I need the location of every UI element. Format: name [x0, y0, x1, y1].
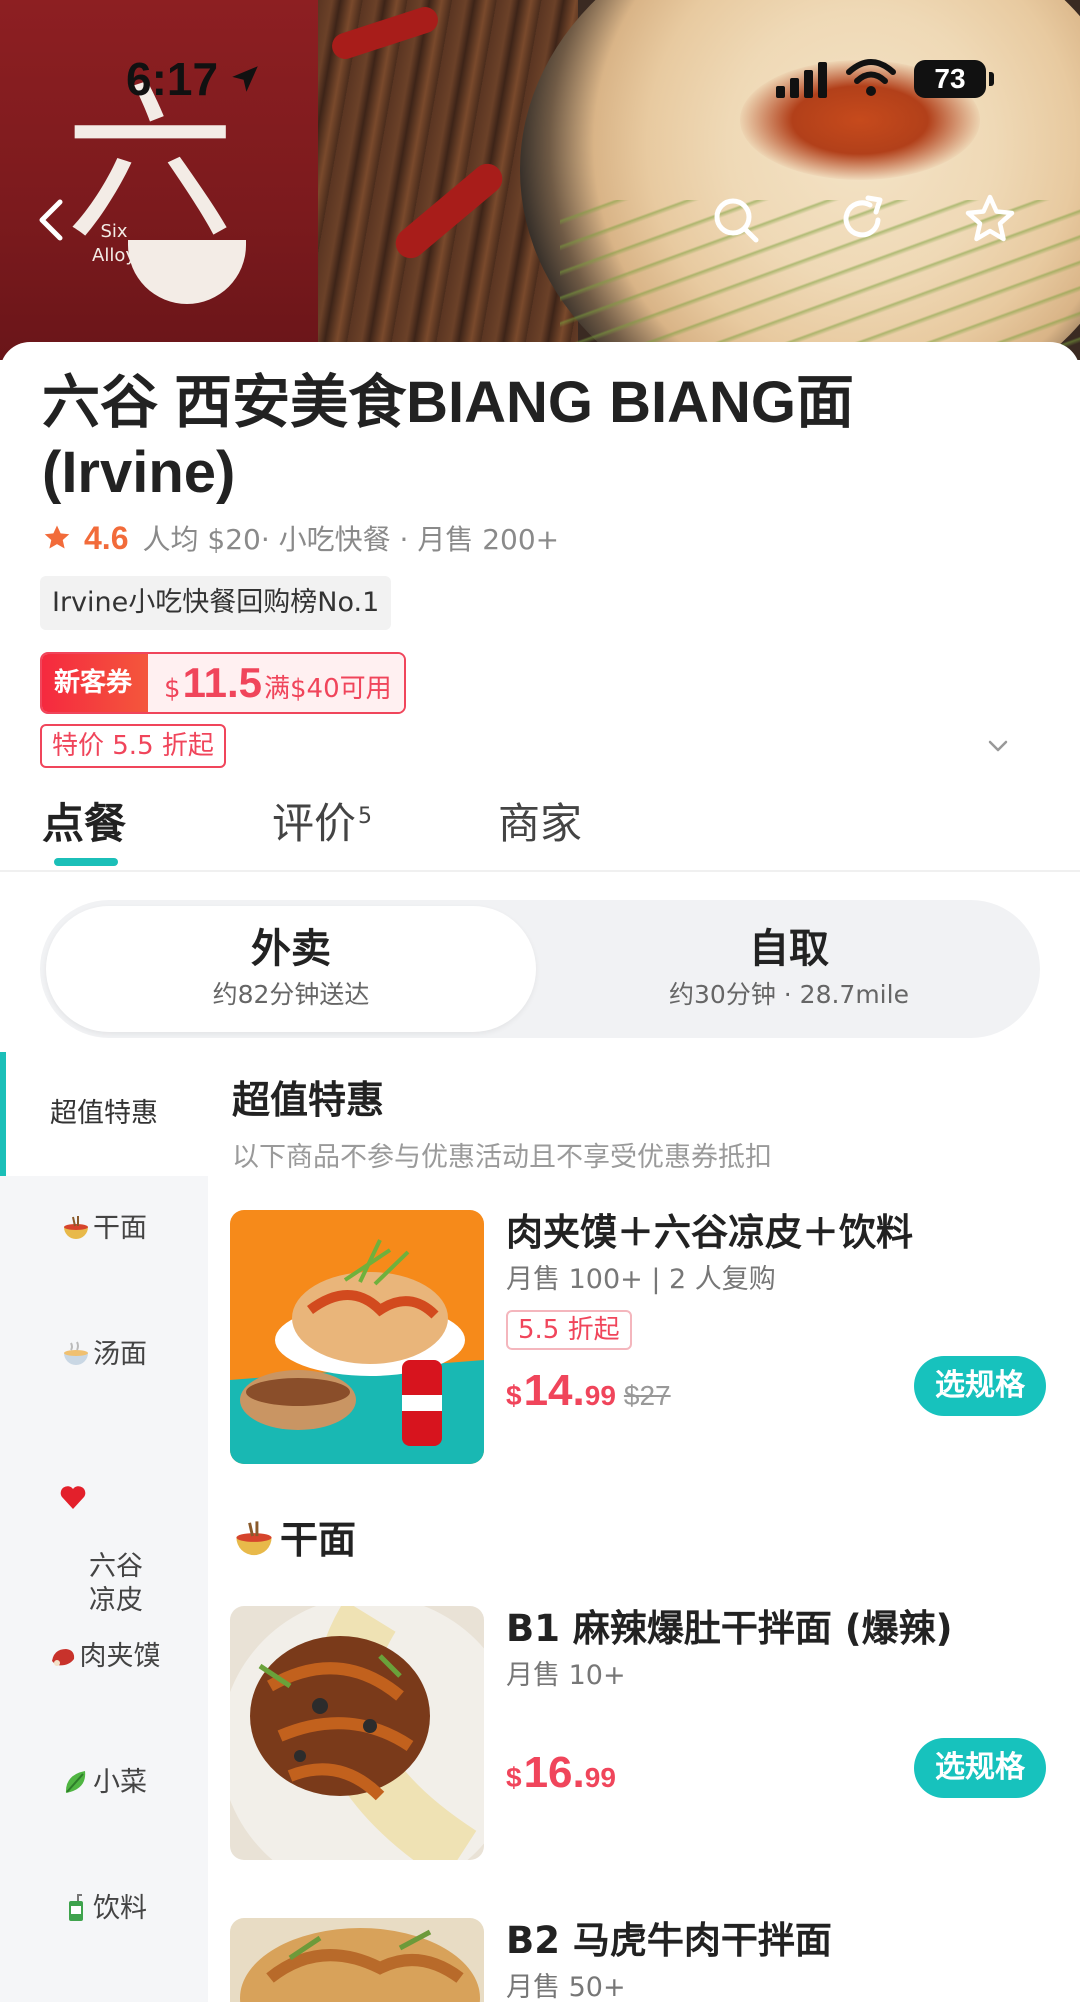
coupon-body: $ 11.5 满$40可用: [148, 654, 404, 712]
category-item-side-dishes[interactable]: 小菜: [0, 1766, 208, 1800]
mode-pickup-title: 自取: [749, 926, 829, 972]
price-integer: 16.: [523, 1748, 585, 1797]
noodle-bowl-icon: [64, 1216, 88, 1239]
item-price: $ 14. 99 $27: [506, 1366, 671, 1416]
item-image-b2[interactable]: [230, 1918, 484, 2002]
store-meta: 人均 $20· 小吃快餐 · 月售 200+: [142, 523, 560, 556]
category-item-drinks[interactable]: 饮料: [0, 1892, 208, 1926]
tab-merchant-label: 商家: [498, 799, 583, 848]
tab-reviews[interactable]: 评价5: [272, 790, 372, 851]
price-original: $27: [623, 1380, 671, 1411]
tab-reviews-label: 评价: [272, 799, 357, 848]
discount-tag[interactable]: 特价 5.5 折起: [40, 724, 226, 768]
order-mode-toggle: 外卖 约82分钟送达 自取 约30分钟 · 28.7mile: [40, 900, 1040, 1038]
item-discount-tag: 5.5 折起: [506, 1310, 632, 1350]
brand-logo-bowl: [128, 240, 246, 304]
price-currency: $: [506, 1762, 522, 1793]
rating-star-icon: [44, 525, 70, 549]
favorite-star-icon[interactable]: [960, 190, 1020, 250]
back-icon[interactable]: [22, 190, 82, 250]
item-image-combo[interactable]: [230, 1210, 484, 1464]
price-decimal: 99: [584, 1380, 616, 1411]
store-meta-row: 4.6 人均 $20· 小吃快餐 · 月售 200+: [42, 516, 559, 560]
category-label: 干面: [93, 1213, 147, 1244]
price-decimal: 99: [584, 1762, 616, 1793]
red-heart-icon: [60, 1486, 86, 1509]
item-price: $ 16. 99: [506, 1748, 616, 1798]
mode-pickup-subtitle: 约30分钟 · 28.7mile: [669, 980, 909, 1009]
category-label: 饮料: [93, 1893, 147, 1924]
tab-order[interactable]: 点餐: [42, 790, 126, 851]
share-icon[interactable]: [834, 190, 894, 250]
status-time: 6:17: [126, 53, 219, 105]
battery-level: 73: [914, 60, 986, 98]
juice-box-icon: [69, 1894, 83, 1921]
item-photo-b1: [230, 1606, 484, 1860]
item-photo-combo: [230, 1210, 484, 1464]
mode-delivery[interactable]: 外卖 约82分钟送达: [46, 906, 536, 1032]
chevron-down-icon[interactable]: [984, 732, 1012, 760]
mode-delivery-subtitle: 约82分钟送达: [212, 980, 370, 1009]
cellular-signal-icon: [776, 62, 827, 98]
item-name[interactable]: B1 麻辣爆肚干拌面 (爆辣): [506, 1606, 953, 1652]
store-hero-banner: 六 Six Alloy 6:17 73: [0, 0, 1080, 360]
tab-reviews-count: 5: [358, 804, 373, 829]
coupon-condition: 满$40可用: [264, 674, 392, 704]
category-label: 肉夹馍: [79, 1641, 161, 1672]
rank-badge[interactable]: Irvine小吃快餐回购榜No.1: [40, 576, 392, 630]
mode-delivery-title: 外卖: [251, 926, 331, 972]
category-item-deals[interactable]: 超值特惠: [0, 1052, 208, 1176]
store-tabs: 点餐 评价5 商家: [0, 780, 1080, 872]
category-label: 超值特惠: [50, 1098, 158, 1129]
item-sales: 月售 100+ | 2 人复购: [506, 1264, 776, 1295]
mode-pickup[interactable]: 自取 约30分钟 · 28.7mile: [544, 906, 1034, 1032]
section-note-deals: 以下商品不参与优惠活动且不享受优惠券抵扣: [232, 1142, 772, 1173]
category-sidebar: 超值特惠 干面 汤面 六谷 凉皮 肉夹馍 小菜 饮料: [0, 1052, 208, 2002]
item-sales: 月售 50+: [506, 1972, 626, 2002]
section-title-label: 干面: [280, 1518, 357, 1562]
coupon-amount: 11.5: [182, 659, 262, 706]
section-title-deals: 超值特惠: [232, 1078, 385, 1122]
category-label: 汤面: [93, 1339, 147, 1370]
item-name[interactable]: B2 马虎牛肉干拌面: [506, 1918, 832, 1964]
leafy-greens-icon: [65, 1771, 86, 1793]
category-active-bar: [0, 1052, 6, 1176]
category-item-soup-noodles[interactable]: 汤面: [0, 1338, 208, 1372]
tab-active-indicator: [54, 858, 118, 866]
tab-order-label: 点餐: [42, 799, 127, 848]
section-title-dry-noodles: 干面: [232, 1516, 356, 1564]
category-label: 小菜: [93, 1767, 147, 1798]
location-arrow-icon: [232, 66, 258, 92]
price-integer: 14.: [523, 1366, 585, 1415]
store-rating: 4.6: [84, 519, 129, 556]
tab-merchant[interactable]: 商家: [498, 790, 582, 851]
coupon-currency: $: [164, 674, 181, 704]
category-item-roujiamo[interactable]: 肉夹馍: [0, 1640, 208, 1674]
meat-icon: [51, 1649, 74, 1666]
store-title: 六谷 西安美食BIANG BIANG面 (Irvine): [42, 370, 855, 505]
status-bar: 6:17 73: [0, 0, 1080, 160]
select-options-button[interactable]: 选规格: [914, 1738, 1046, 1798]
wifi-icon: [846, 59, 896, 96]
select-options-button[interactable]: 选规格: [914, 1356, 1046, 1416]
category-item-liangpi[interactable]: 六谷 凉皮: [0, 1482, 208, 1618]
category-item-dry-noodles[interactable]: 干面: [0, 1212, 208, 1246]
item-image-b1[interactable]: [230, 1606, 484, 1860]
item-photo-b2: [230, 1918, 484, 2002]
coupon-label: 新客券: [42, 654, 149, 712]
soup-bowl-icon: [64, 1341, 88, 1365]
new-customer-coupon[interactable]: 新客券 $ 11.5 满$40可用: [40, 652, 406, 714]
search-icon[interactable]: [706, 190, 766, 250]
item-sales: 月售 10+: [506, 1660, 626, 1691]
price-currency: $: [506, 1380, 522, 1411]
category-label: 六谷 凉皮: [89, 1551, 143, 1616]
noodle-bowl-icon: [236, 1521, 272, 1556]
item-name[interactable]: 肉夹馍＋六谷凉皮＋饮料: [506, 1210, 913, 1256]
battery-cap: [989, 72, 994, 86]
